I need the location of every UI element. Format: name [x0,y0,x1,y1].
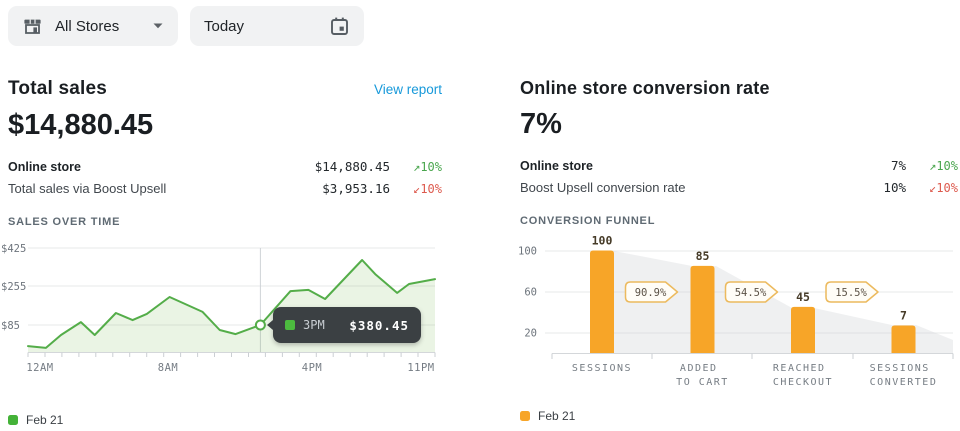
sales-over-time-heading: SALES OVER TIME [8,216,442,228]
metric-label: Online store [8,160,270,174]
y-tick: $425 [1,243,26,255]
metric-value: 7% [786,158,906,173]
funnel-legend: Feb 21 [520,409,958,423]
chevron-down-icon [152,22,164,30]
conversion-rate-badge: 15.5% [826,282,878,302]
metric-value: 10% [786,180,906,195]
bar-value-label: 7 [900,309,907,323]
conversion-funnel-chart[interactable]: 100 60 20 100 85 45 7 90.9% 54.5% [515,235,958,400]
metric-change: ↗10% [390,160,442,174]
date-selector-label: Today [204,18,244,35]
legend-label: Feb 21 [26,413,63,427]
x-tick: 11PM [407,362,434,374]
metric-value: $3,953.16 [270,181,390,196]
calendar-icon [329,16,350,37]
metric-label: Online store [520,159,786,173]
legend-swatch-green [8,415,18,425]
sales-legend: Feb 21 [8,413,442,427]
series-color-swatch [285,320,295,330]
legend-swatch-orange [520,411,530,421]
y-tick: 20 [524,328,537,340]
x-tick: 4PM [302,362,322,374]
metric-row-boost-upsell: Boost Upsell conversion rate 10% ↙10% [520,176,958,198]
store-selector-button[interactable]: All Stores [8,6,178,46]
category-label: SESSIONS [572,363,632,374]
category-label: SESSIONS CONVERTED [870,363,938,388]
metric-row-online-store: Online store $14,880.45 ↗10% [8,155,442,177]
y-tick: $255 [1,281,26,293]
funnel-bar-sessions-converted[interactable] [892,326,916,354]
metric-label: Boost Upsell conversion rate [520,180,786,195]
metric-label: Total sales via Boost Upsell [8,181,270,196]
date-selector-button[interactable]: Today [190,6,364,46]
conversion-rate-badge: 90.9% [626,282,678,302]
metric-change: ↗10% [906,159,958,173]
store-selector-label: All Stores [55,18,119,35]
funnel-bar-added-to-cart[interactable] [691,266,715,353]
conversion-rate-value: 7% [520,108,958,141]
topbar: All Stores Today [8,6,364,46]
bar-value-label: 100 [592,235,613,248]
svg-text:15.5%: 15.5% [835,287,867,299]
bar-value-label: 85 [696,249,710,263]
metric-change: ↙10% [390,182,442,196]
hover-point-marker [256,321,265,330]
svg-text:54.5%: 54.5% [735,287,767,299]
total-sales-panel: Total sales View report $14,880.45 Onlin… [8,70,442,427]
metric-value: $14,880.45 [270,159,390,174]
y-tick: 100 [518,246,537,258]
x-tick: 12AM [26,362,53,374]
sales-line-chart-svg[interactable]: $425 $255 $85 12AM 8AM 4PM 11PM [0,236,442,376]
metric-change: ↙10% [906,181,958,195]
legend-label: Feb 21 [538,409,575,423]
y-tick: $85 [1,320,20,332]
conversion-rate-title: Online store conversion rate [520,78,770,99]
tooltip-value: $380.45 [349,318,409,333]
total-sales-value: $14,880.45 [8,109,442,142]
conversion-funnel-heading: CONVERSION FUNNEL [520,215,958,227]
analytics-dashboard: All Stores Today Total sales View repor [0,0,960,431]
funnel-bar-sessions[interactable] [590,251,614,354]
x-tick: 8AM [158,362,178,374]
tooltip-time: 3PM [303,318,325,332]
total-sales-title: Total sales [8,78,107,100]
store-icon [22,16,43,37]
view-report-link[interactable]: View report [374,82,442,97]
funnel-bar-chart-svg[interactable]: 100 60 20 100 85 45 7 90.9% 54.5% [515,235,958,395]
category-label: ADDED TO CART [676,363,729,388]
sales-over-time-chart[interactable]: $425 $255 $85 12AM 8AM 4PM 11PM 3PM $380… [0,236,442,381]
y-tick: 60 [524,287,537,299]
svg-text:90.9%: 90.9% [635,287,667,299]
category-label: REACHED CHECKOUT [773,363,833,388]
metric-row-boost-upsell: Total sales via Boost Upsell $3,953.16 ↙… [8,177,442,199]
chart-tooltip: 3PM $380.45 [273,307,421,343]
conversion-rate-badge: 54.5% [726,282,778,302]
bar-value-label: 45 [796,290,810,304]
funnel-bar-reached-checkout[interactable] [791,307,815,353]
conversion-rate-panel: Online store conversion rate 7% Online s… [520,70,958,423]
metric-row-online-store: Online store 7% ↗10% [520,154,958,176]
